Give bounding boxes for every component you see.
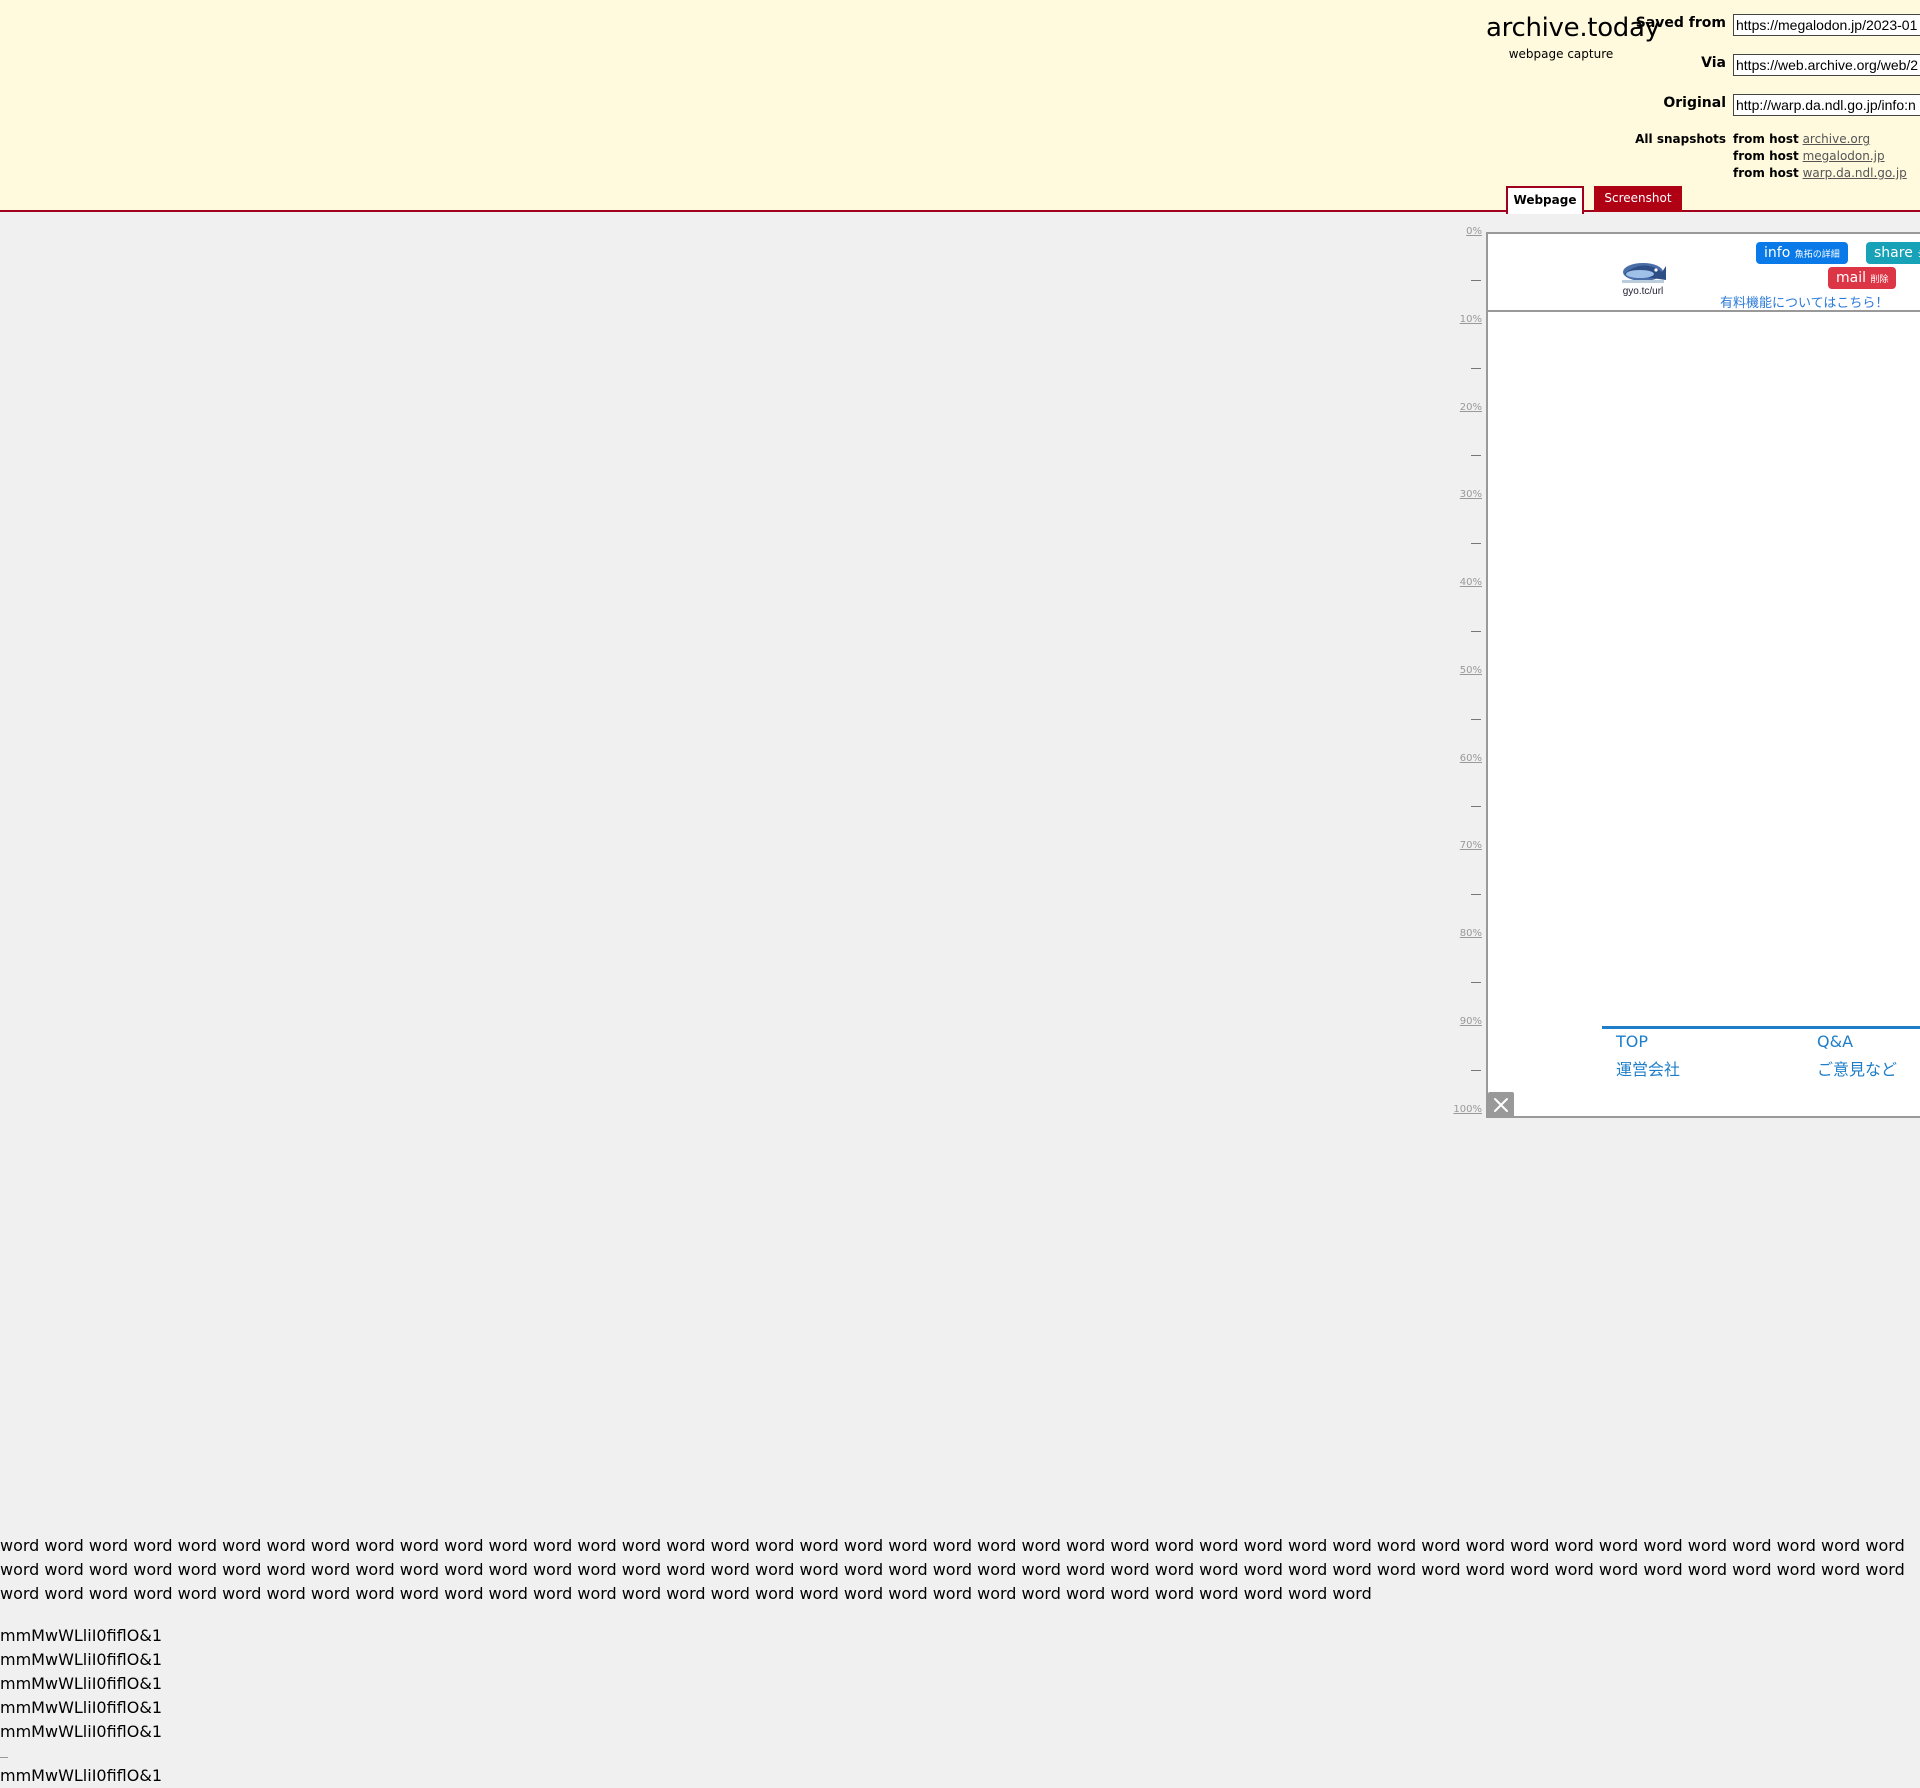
gyotaku-header: gyo.tc/url info 魚拓の詳細 share シ mail 削除 有料… xyxy=(1488,234,1920,312)
ruler-tick xyxy=(1471,368,1481,369)
ruler-label[interactable]: 100% xyxy=(1453,1104,1482,1115)
ruler-tick xyxy=(1471,543,1481,544)
snapshot-list: from host archive.org from host megalodo… xyxy=(1733,131,1907,182)
footer-link-top[interactable]: TOP xyxy=(1616,1032,1648,1051)
original-label: Original xyxy=(1663,95,1726,111)
share-label: share xyxy=(1874,245,1913,261)
ruler-label[interactable]: 80% xyxy=(1460,928,1482,939)
footer-divider xyxy=(1602,1026,1920,1029)
footer-link-company[interactable]: 運営会社 xyxy=(1616,1056,1680,1080)
tab-screenshot[interactable]: Screenshot xyxy=(1594,186,1682,212)
ruler-label[interactable]: 30% xyxy=(1460,489,1482,500)
brand[interactable]: archive.today webpage capture xyxy=(1486,12,1660,62)
ruler-label[interactable]: 10% xyxy=(1460,314,1482,325)
snapshot-prefix: from host xyxy=(1733,149,1799,163)
ruler-label[interactable]: 0% xyxy=(1466,226,1482,237)
ruler-label[interactable]: 50% xyxy=(1460,665,1482,676)
ruler-tick xyxy=(1471,894,1481,895)
ruler-tick xyxy=(1471,982,1481,983)
footer-link-qa[interactable]: Q&A xyxy=(1817,1032,1853,1051)
saved-from-field[interactable]: https://megalodon.jp/2023-01 xyxy=(1733,14,1920,36)
ruler-label[interactable]: 20% xyxy=(1460,402,1482,413)
ruler-tick xyxy=(1471,1070,1481,1071)
snapshot-item: from host archive.org xyxy=(1733,131,1907,148)
footer-link-opinion[interactable]: ご意見など xyxy=(1817,1056,1897,1080)
snapshot-host-link[interactable]: archive.org xyxy=(1803,132,1871,146)
brand-title[interactable]: archive.today xyxy=(1486,12,1660,44)
ruler-label[interactable]: 70% xyxy=(1460,840,1482,851)
close-icon xyxy=(1494,1098,1508,1112)
gyotaku-logo[interactable]: gyo.tc/url xyxy=(1616,252,1670,298)
ruler-tick xyxy=(1471,631,1481,632)
glyph-line: mmMwWLliI0fiflO&1 xyxy=(0,1766,162,1785)
paid-features-link[interactable]: 有料機能についてはこちら！ xyxy=(1720,292,1888,311)
via-field[interactable]: https://web.archive.org/web/2 xyxy=(1733,54,1920,76)
ruler-label[interactable]: 60% xyxy=(1460,753,1482,764)
divider xyxy=(0,1757,8,1758)
close-button[interactable] xyxy=(1488,1092,1514,1118)
snapshot-prefix: from host xyxy=(1733,166,1799,180)
glyph-line: mmMwWLliI0fiflO&1 xyxy=(0,1722,162,1741)
ruler-tick xyxy=(1471,280,1481,281)
mail-label: mail xyxy=(1836,270,1866,286)
info-label: info xyxy=(1764,245,1791,261)
snapshot-host-link[interactable]: warp.da.ndl.go.jp xyxy=(1803,166,1907,180)
snapshot-item: from host megalodon.jp xyxy=(1733,148,1907,165)
ruler-tick xyxy=(1471,455,1481,456)
ruler-label[interactable]: 40% xyxy=(1460,577,1482,588)
mail-button[interactable]: mail 削除 xyxy=(1828,267,1897,289)
tab-webpage[interactable]: Webpage xyxy=(1506,186,1584,214)
share-button[interactable]: share シ xyxy=(1866,242,1920,264)
snapshot-item: from host warp.da.ndl.go.jp xyxy=(1733,165,1907,182)
ruler-label[interactable]: 90% xyxy=(1460,1016,1482,1027)
all-snapshots-label: All snapshots xyxy=(1635,132,1726,146)
glyph-line: mmMwWLliI0fiflO&1 xyxy=(0,1698,162,1717)
info-button[interactable]: info 魚拓の詳細 xyxy=(1756,242,1848,264)
glyph-line: mmMwWLliI0fiflO&1 xyxy=(0,1674,162,1693)
original-field[interactable]: http://warp.da.ndl.go.jp/info:n xyxy=(1733,94,1920,116)
archive-header: archive.today webpage capture Saved from… xyxy=(0,0,1920,214)
captured-page-frame: gyo.tc/url info 魚拓の詳細 share シ mail 削除 有料… xyxy=(1486,232,1920,1118)
logo-text: gyo.tc/url xyxy=(1623,286,1664,297)
saved-from-label: Saved from xyxy=(1635,15,1726,31)
via-label: Via xyxy=(1701,55,1726,71)
word-paragraph: word word word word word word word word … xyxy=(0,1536,1905,1603)
snapshot-prefix: from host xyxy=(1733,132,1799,146)
brand-subtitle: webpage capture xyxy=(1508,47,1614,61)
glyph-line: mmMwWLliI0fiflO&1 xyxy=(0,1626,162,1645)
snapshot-host-link[interactable]: megalodon.jp xyxy=(1803,149,1885,163)
mail-sub-label: 削除 xyxy=(1870,275,1889,285)
glyph-line: mmMwWLliI0fiflO&1 xyxy=(0,1650,162,1669)
info-sub-label: 魚拓の詳細 xyxy=(1794,250,1840,260)
ruler-tick xyxy=(1471,719,1481,720)
ruler-tick xyxy=(1471,806,1481,807)
glyph-lines: mmMwWLliI0fiflO&1 mmMwWLliI0fiflO&1 mmMw… xyxy=(0,1624,162,1744)
